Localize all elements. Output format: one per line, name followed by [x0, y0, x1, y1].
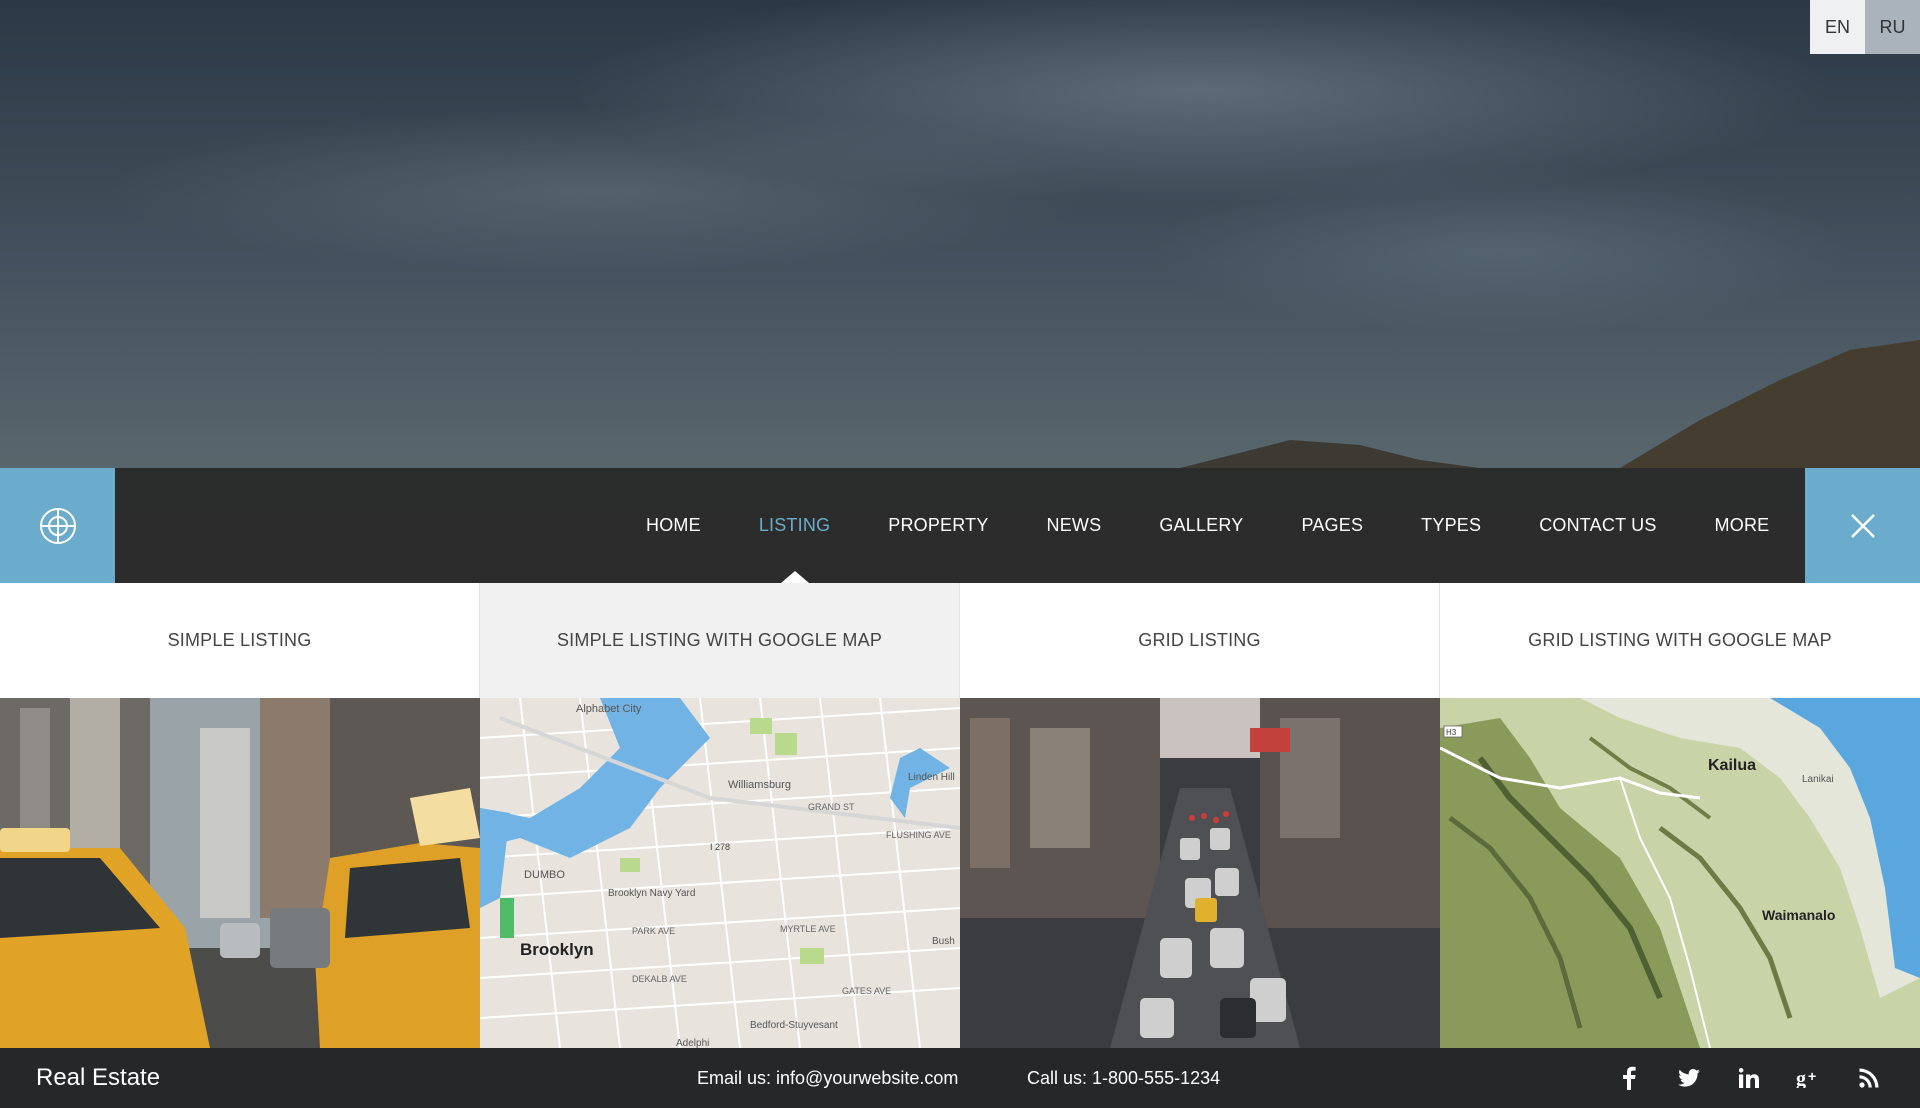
footer-bar: Real Estate Email us: info@yourwebsite.c… — [0, 1048, 1920, 1108]
main-menu: HOME LISTING PROPERTY NEWS GALLERY PAGES… — [646, 468, 1827, 583]
nav-property[interactable]: PROPERTY — [888, 468, 988, 583]
linkedin-icon[interactable] — [1734, 1063, 1764, 1093]
map-label-grand-st: GRAND ST — [808, 802, 855, 812]
map-label-kailua: Kailua — [1708, 757, 1756, 774]
map-label-brooklyn: Brooklyn — [520, 940, 594, 959]
dropdown-item-simple-listing-map: SIMPLE LISTING WITH GOOGLE MAP Alphabet … — [480, 583, 960, 1048]
close-icon — [1850, 513, 1875, 538]
social-links: g + — [1584, 1048, 1884, 1108]
listing-dropdown: SIMPLE LISTING SIMPLE LISTING WITH GOOGL… — [0, 583, 1920, 1048]
map-label-park-ave: PARK AVE — [632, 926, 675, 936]
google-plus-icon[interactable]: g + — [1794, 1063, 1824, 1093]
map-label-navy-yard: Brooklyn Navy Yard — [608, 888, 695, 899]
close-menu-button[interactable] — [1805, 468, 1920, 583]
city-traffic-photo[interactable] — [960, 698, 1440, 1048]
nav-pages[interactable]: PAGES — [1301, 468, 1363, 583]
dropdown-item-grid-listing: GRID LISTING — [960, 583, 1440, 1048]
nav-news[interactable]: NEWS — [1047, 468, 1102, 583]
brooklyn-street-map[interactable]: Alphabet City Williamsburg Linden Hill D… — [480, 698, 960, 1048]
lang-ru-button[interactable]: RU — [1865, 0, 1920, 54]
map-label-myrtle-ave: MYRTLE AVE — [780, 924, 836, 934]
dropdown-item-grid-listing-map: GRID LISTING WITH GOOGLE MAP Kailua Lani… — [1440, 583, 1920, 1048]
nav-listing[interactable]: LISTING — [759, 468, 830, 583]
map-label-h3: H3 — [1446, 728, 1457, 737]
nav-more[interactable]: MORE — [1715, 468, 1770, 583]
footer-phone[interactable]: Call us: 1-800-555-1234 — [1027, 1048, 1220, 1108]
map-label-flushing-ave: FLUSHING AVE — [886, 830, 951, 840]
map-label-dumbo: DUMBO — [524, 869, 565, 881]
logo-globe[interactable] — [0, 468, 115, 583]
lang-en-button[interactable]: EN — [1810, 0, 1865, 54]
map-label-adelphi: Adelphi — [676, 1038, 709, 1048]
nav-contact-us[interactable]: CONTACT US — [1539, 468, 1656, 583]
footer-brand: Real Estate — [36, 1064, 161, 1091]
map-label-alphabet-city: Alphabet City — [576, 703, 642, 715]
map-label-lanikai: Lanikai — [1802, 774, 1834, 785]
kailua-terrain-map[interactable]: Kailua Lanikai Waimanalo H3 — [1440, 698, 1920, 1048]
map-label-dekalb-ave: DEKALB AVE — [632, 974, 687, 984]
nav-gallery[interactable]: GALLERY — [1159, 468, 1243, 583]
dropdown-item-simple-listing: SIMPLE LISTING — [0, 583, 480, 1048]
twitter-icon[interactable] — [1674, 1063, 1704, 1093]
map-label-bed-stuy: Bedford-Stuyvesant — [750, 1020, 838, 1031]
facebook-icon[interactable] — [1614, 1063, 1644, 1093]
globe-icon — [39, 507, 76, 544]
footer-email[interactable]: Email us: info@yourwebsite.com — [697, 1048, 958, 1108]
map-label-williamsburg: Williamsburg — [728, 779, 791, 791]
nav-home[interactable]: HOME — [646, 468, 701, 583]
svg-text:g: g — [1796, 1068, 1806, 1088]
map-label-i278: I 278 — [710, 842, 730, 852]
dropdown-label[interactable]: GRID LISTING — [960, 583, 1440, 698]
dropdown-label[interactable]: SIMPLE LISTING — [0, 583, 480, 698]
map-label-gates-ave: GATES AVE — [842, 986, 891, 996]
map-label-linden-hill: Linden Hill — [908, 772, 955, 783]
svg-text:+: + — [1808, 1068, 1816, 1084]
taxi-street-photo[interactable] — [0, 698, 480, 1048]
dropdown-label[interactable]: SIMPLE LISTING WITH GOOGLE MAP — [480, 583, 960, 698]
main-navbar: HOME LISTING PROPERTY NEWS GALLERY PAGES… — [0, 468, 1920, 583]
rss-icon[interactable] — [1854, 1063, 1884, 1093]
map-label-waimanalo: Waimanalo — [1762, 907, 1835, 923]
nav-types[interactable]: TYPES — [1421, 468, 1481, 583]
dropdown-label[interactable]: GRID LISTING WITH GOOGLE MAP — [1440, 583, 1920, 698]
map-label-bush: Bush — [932, 936, 955, 947]
language-switcher: EN RU — [1810, 0, 1920, 54]
